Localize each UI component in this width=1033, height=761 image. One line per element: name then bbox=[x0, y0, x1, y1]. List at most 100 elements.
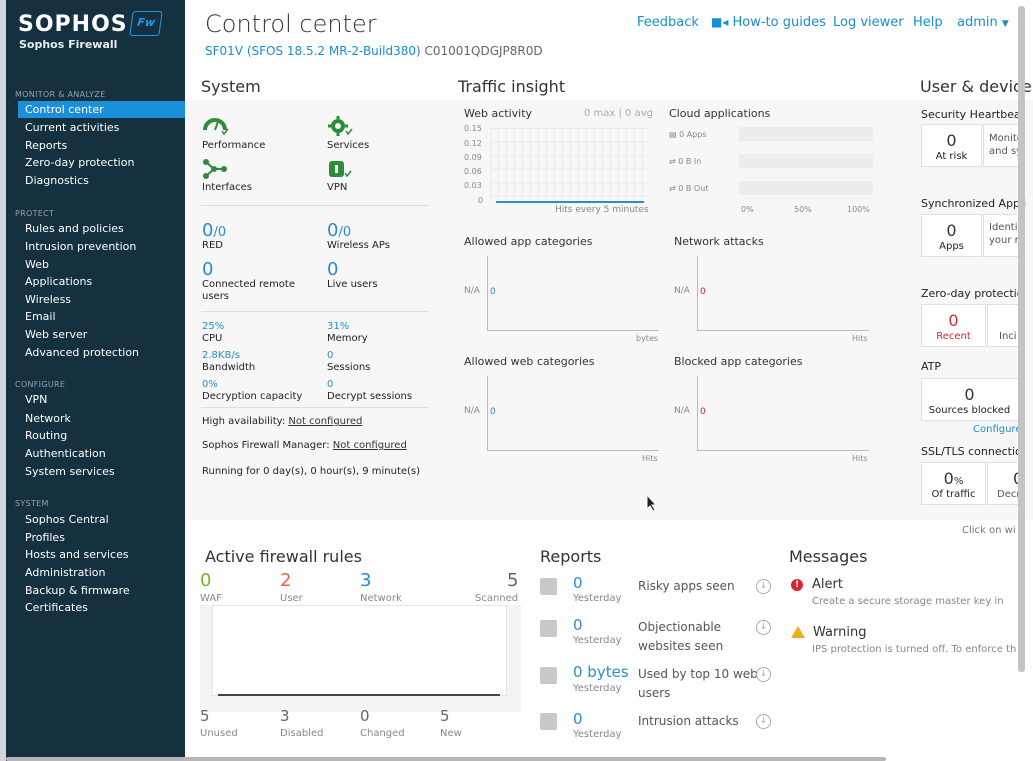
nav-web[interactable]: Web bbox=[18, 256, 185, 273]
remote-users-count[interactable]: 0 bbox=[202, 259, 213, 280]
admin-menu[interactable]: admin ▼ bbox=[957, 15, 1009, 30]
nav-reports[interactable]: Reports bbox=[18, 137, 185, 154]
nav-certificates[interactable]: Certificates bbox=[18, 599, 185, 616]
memory-value[interactable]: 31% bbox=[327, 321, 349, 332]
network-attacks-title[interactable]: Network attacks bbox=[674, 235, 764, 248]
interfaces-label[interactable]: Interfaces bbox=[202, 182, 252, 193]
nav-network[interactable]: Network bbox=[18, 410, 185, 427]
network-count[interactable]: 3 bbox=[360, 570, 371, 591]
horizontal-scrollbar[interactable] bbox=[6, 757, 886, 761]
blocked-app-categories-title[interactable]: Blocked app categories bbox=[674, 355, 802, 368]
firewall-chart-line bbox=[218, 694, 500, 696]
high-availability-link[interactable]: Not configured bbox=[288, 416, 362, 427]
download-icon[interactable]: ↓ bbox=[756, 620, 771, 635]
bandwidth-value[interactable]: 2.8KB/s bbox=[202, 350, 240, 361]
nav-email[interactable]: Email bbox=[18, 308, 185, 325]
disabled-count[interactable]: 3 bbox=[280, 707, 290, 725]
caret-down-icon: ▼ bbox=[1001, 19, 1009, 29]
web-activity-title[interactable]: Web activity bbox=[464, 107, 532, 120]
nav-rules-and-policies[interactable]: Rules and policies bbox=[18, 220, 185, 237]
report-value[interactable]: 0 bbox=[573, 616, 583, 634]
changed-count[interactable]: 0 bbox=[360, 707, 370, 725]
scanned-count[interactable]: 5 bbox=[507, 570, 518, 591]
allowed-app-categories-title[interactable]: Allowed app categories bbox=[464, 235, 592, 248]
nav-administration[interactable]: Administration bbox=[18, 564, 185, 581]
howto-guides-label: How-to guides bbox=[732, 15, 826, 30]
zero-day-title[interactable]: Zero-day protectio bbox=[921, 287, 1023, 300]
services-gear-icon[interactable] bbox=[327, 115, 355, 142]
nav-web-server[interactable]: Web server bbox=[18, 326, 185, 343]
sessions-value[interactable]: 0 bbox=[327, 350, 333, 361]
nav-sophos-central[interactable]: Sophos Central bbox=[18, 511, 185, 528]
decrypt-sessions-value[interactable]: 0 bbox=[327, 379, 333, 390]
waf-count[interactable]: 0 bbox=[200, 570, 211, 591]
report-value[interactable]: 0 bbox=[573, 574, 583, 592]
decryption-capacity-value[interactable]: 0% bbox=[202, 379, 218, 390]
nav-zero-day-protection[interactable]: Zero-day protection bbox=[18, 154, 185, 171]
performance-label[interactable]: Performance bbox=[202, 140, 265, 151]
help-link[interactable]: Help bbox=[913, 15, 943, 30]
nav-system-services[interactable]: System services bbox=[18, 463, 185, 480]
report-value[interactable]: 0 bbox=[573, 710, 583, 728]
security-heartbeat-title[interactable]: Security Heartbeat bbox=[921, 108, 1025, 121]
sfm-link[interactable]: Not configured bbox=[333, 440, 407, 451]
na-label: N/A bbox=[674, 406, 690, 416]
alert-title[interactable]: Alert bbox=[812, 577, 843, 592]
nav-routing[interactable]: Routing bbox=[18, 427, 185, 444]
nav-advanced-protection[interactable]: Advanced protection bbox=[18, 344, 185, 361]
sync-apps-title[interactable]: Synchronized Appli bbox=[921, 197, 1026, 210]
nav-hosts-and-services[interactable]: Hosts and services bbox=[18, 546, 185, 563]
nav-current-activities[interactable]: Current activities bbox=[18, 119, 185, 136]
nav-intrusion-prevention[interactable]: Intrusion prevention bbox=[18, 238, 185, 255]
firmware-link[interactable]: SF01V (SFOS 18.5.2 MR-2-Build380) bbox=[205, 44, 421, 58]
remote-users-label-2: users bbox=[202, 291, 230, 302]
allowed-web-categories-title[interactable]: Allowed web categories bbox=[464, 355, 595, 368]
report-value[interactable]: 0 bytes bbox=[573, 663, 629, 681]
sync-apps-info-2: your n bbox=[989, 235, 1022, 246]
y-tick: 0.09 bbox=[464, 153, 482, 162]
vpn-label[interactable]: VPN bbox=[327, 182, 347, 193]
unused-count[interactable]: 5 bbox=[200, 707, 210, 725]
nav-wireless[interactable]: Wireless bbox=[18, 291, 185, 308]
active-firewall-rules-title[interactable]: Active firewall rules bbox=[205, 547, 362, 566]
vertical-scrollbar[interactable] bbox=[1018, 6, 1025, 672]
user-count[interactable]: 2 bbox=[280, 570, 291, 591]
atp-title[interactable]: ATP bbox=[921, 360, 941, 373]
nav-applications[interactable]: Applications bbox=[18, 273, 185, 290]
nav-diagnostics[interactable]: Diagnostics bbox=[18, 172, 185, 189]
performance-gauge-icon[interactable] bbox=[202, 115, 230, 142]
download-icon[interactable]: ↓ bbox=[756, 579, 771, 594]
wireless-ap-count[interactable]: 0/0 bbox=[327, 220, 351, 241]
nav-backup-firmware[interactable]: Backup & firmware bbox=[18, 582, 185, 599]
download-icon[interactable]: ↓ bbox=[756, 714, 771, 729]
warning-title[interactable]: Warning bbox=[813, 625, 866, 640]
zero-value: 0 bbox=[700, 407, 706, 417]
red-count[interactable]: 0/0 bbox=[202, 220, 226, 241]
alert-text[interactable]: Create a secure storage master key in bbox=[812, 596, 1004, 607]
nav-authentication[interactable]: Authentication bbox=[18, 445, 185, 462]
download-icon[interactable]: ↓ bbox=[756, 667, 771, 682]
ssl-traffic-value: 0% bbox=[943, 469, 964, 488]
cloud-apps-title[interactable]: Cloud applications bbox=[669, 107, 770, 120]
sophos-logo: SOPHOS bbox=[18, 12, 128, 37]
nav-control-center[interactable]: Control center bbox=[18, 101, 185, 118]
nav-vpn[interactable]: VPN bbox=[18, 391, 185, 408]
live-users-count[interactable]: 0 bbox=[327, 259, 338, 280]
ssl-tls-title[interactable]: SSL/TLS connectio bbox=[921, 445, 1022, 458]
x-axis bbox=[487, 330, 659, 331]
cloud-apps-row: ▤ 0 Apps bbox=[669, 130, 707, 139]
vpn-lock-icon[interactable] bbox=[327, 158, 355, 185]
interfaces-network-icon[interactable] bbox=[202, 158, 230, 185]
alert-icon: ! bbox=[791, 579, 803, 591]
warning-text[interactable]: IPS protection is turned off. To enforce… bbox=[812, 644, 1016, 655]
services-label[interactable]: Services bbox=[327, 140, 369, 151]
nav-profiles[interactable]: Profiles bbox=[18, 529, 185, 546]
reports-title[interactable]: Reports bbox=[540, 547, 601, 566]
log-viewer-link[interactable]: Log viewer bbox=[833, 15, 904, 30]
cpu-value[interactable]: 25% bbox=[202, 321, 224, 332]
new-count[interactable]: 5 bbox=[440, 707, 450, 725]
feedback-link[interactable]: Feedback bbox=[637, 15, 699, 30]
web-activity-footer: Hits every 5 minutes bbox=[555, 205, 649, 215]
atp-configure-link[interactable]: Configure bbox=[973, 424, 1021, 435]
howto-guides-link[interactable]: ■◂ How-to guides bbox=[711, 15, 826, 30]
